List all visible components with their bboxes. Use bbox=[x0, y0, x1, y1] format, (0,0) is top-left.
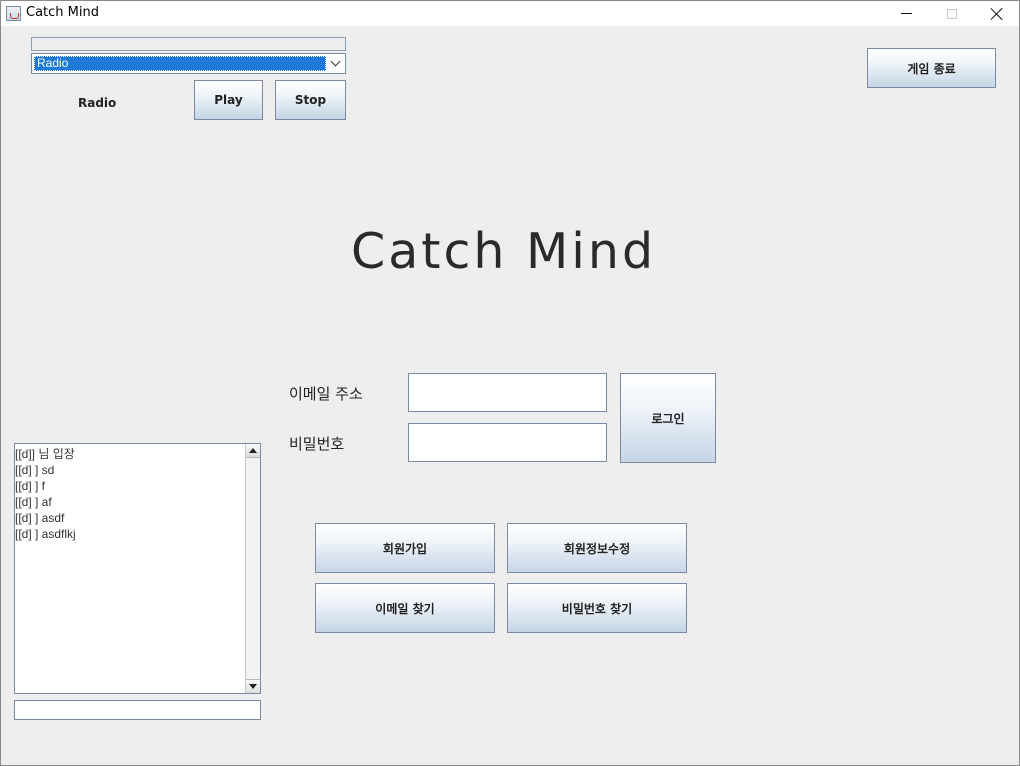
email-label: 이메일 주소 bbox=[289, 385, 363, 403]
title-bar: Catch Mind bbox=[1, 1, 1019, 26]
stop-button[interactable]: Stop bbox=[275, 80, 346, 120]
signup-button[interactable]: 회원가입 bbox=[315, 523, 495, 573]
chat-message: [[d] ] asdflkj bbox=[15, 527, 76, 541]
chat-input[interactable] bbox=[14, 700, 261, 720]
email-field[interactable] bbox=[408, 373, 607, 412]
page-title: Catch Mind bbox=[351, 223, 657, 280]
java-app-icon bbox=[6, 6, 21, 21]
maximize-button[interactable] bbox=[929, 1, 974, 26]
chevron-down-icon[interactable] bbox=[326, 54, 345, 73]
edit-member-info-button[interactable]: 회원정보수정 bbox=[507, 523, 687, 573]
play-button[interactable]: Play bbox=[194, 80, 263, 120]
find-email-button[interactable]: 이메일 찾기 bbox=[315, 583, 495, 633]
scroll-up-button[interactable] bbox=[246, 444, 260, 458]
radio-select[interactable]: Radio bbox=[31, 53, 346, 74]
arrow-down-icon bbox=[249, 684, 257, 689]
maximize-icon bbox=[946, 8, 957, 19]
arrow-up-icon bbox=[249, 448, 257, 453]
chat-scrollbar[interactable] bbox=[245, 444, 260, 693]
minimize-button[interactable] bbox=[884, 1, 929, 26]
chat-message: [[d] ] f bbox=[15, 479, 46, 493]
scroll-down-button[interactable] bbox=[246, 679, 260, 693]
chat-log[interactable]: [[d]] 님 입장 [[d] ] sd [[d] ] f [[d] ] af … bbox=[14, 443, 261, 694]
password-field[interactable] bbox=[408, 423, 607, 462]
find-password-button[interactable]: 비밀번호 찾기 bbox=[507, 583, 687, 633]
close-icon bbox=[990, 7, 1004, 21]
minimize-icon bbox=[901, 13, 912, 14]
chat-list: [[d]] 님 입장 [[d] ] sd [[d] ] f [[d] ] af … bbox=[15, 446, 245, 542]
radio-label: Radio bbox=[78, 96, 117, 110]
exit-game-button[interactable]: 게임 종료 bbox=[867, 48, 996, 88]
music-progress-bar bbox=[31, 37, 346, 51]
radio-select-value: Radio bbox=[34, 56, 326, 71]
login-button[interactable]: 로그인 bbox=[620, 373, 716, 463]
close-button[interactable] bbox=[974, 1, 1019, 26]
chat-message: [[d] ] sd bbox=[15, 463, 55, 477]
app-window: Catch Mind Radio Radio Play Stop 게임 종료 C… bbox=[0, 0, 1020, 766]
chat-message: [[d] ] af bbox=[15, 495, 52, 509]
chat-message: [[d]] 님 입장 bbox=[15, 447, 75, 461]
window-title: Catch Mind bbox=[26, 5, 99, 20]
password-label: 비밀번호 bbox=[289, 435, 345, 453]
chat-message: [[d] ] asdf bbox=[15, 511, 65, 525]
